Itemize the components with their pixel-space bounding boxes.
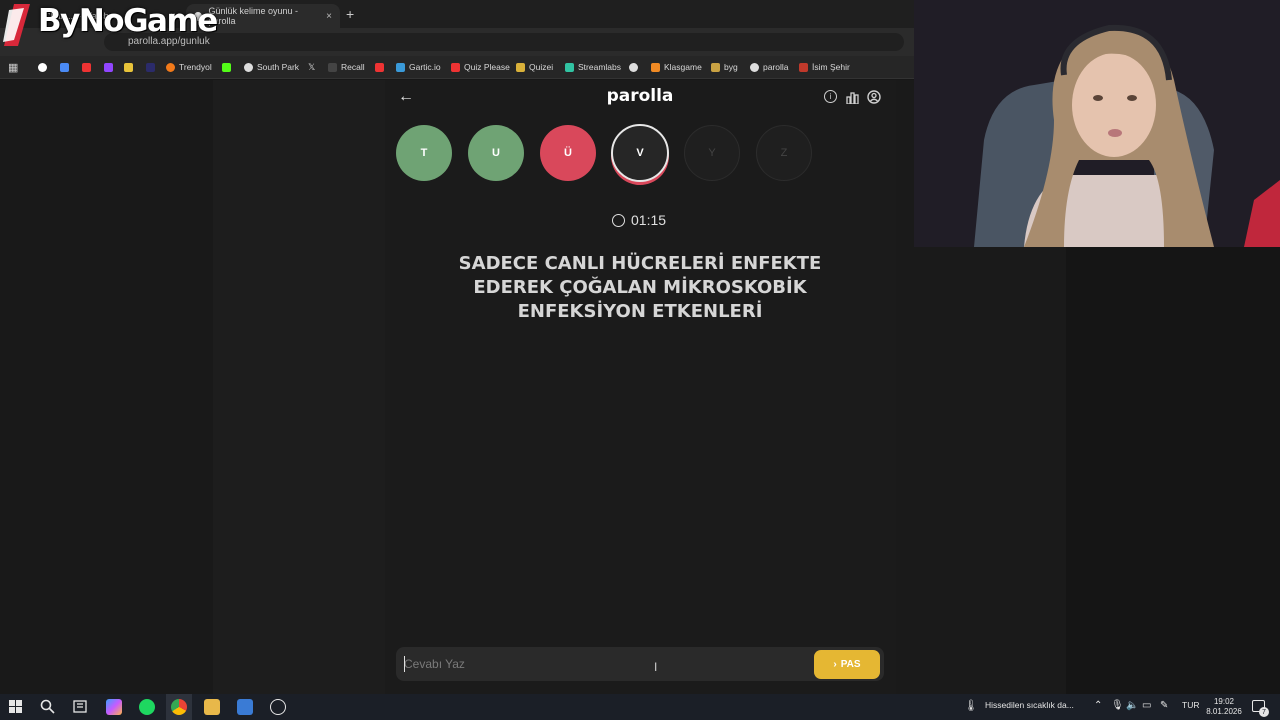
right-background-lower — [1066, 247, 1280, 694]
question-line: ENFEKSİYON ETKENLERİ — [517, 301, 763, 322]
bookmark-parolla[interactable]: parolla — [750, 60, 789, 74]
chrome-icon[interactable] — [171, 699, 187, 715]
text-caret — [404, 656, 405, 672]
stats-icon[interactable] — [846, 91, 859, 109]
network-icon[interactable]: ▭ — [1142, 700, 1151, 711]
notification-badge: 7 — [1259, 707, 1269, 717]
x-bookmark-icon[interactable]: 𝕏 — [308, 60, 315, 74]
taskbar — [0, 694, 1280, 720]
parolla-icon — [750, 62, 759, 72]
letter-circle-z: Z — [756, 125, 812, 181]
byg-icon — [711, 62, 720, 72]
kick-bookmark-icon[interactable] — [222, 60, 231, 74]
letter-circle-u: U — [468, 125, 524, 181]
gartic-icon — [396, 62, 405, 72]
globe-icon — [244, 62, 253, 72]
chevron-right-icon: › — [833, 659, 837, 670]
globe-bookmark-icon[interactable] — [629, 60, 638, 74]
letter-circle-t: T — [396, 125, 452, 181]
weather-icon[interactable]: 🌡 — [964, 699, 978, 712]
blank-bookmark-icon[interactable] — [146, 60, 155, 74]
microphone-icon[interactable]: 🎙 — [1111, 700, 1124, 711]
search-icon[interactable] — [40, 699, 55, 719]
weather-text[interactable]: Hissedilen sıcaklık da... — [985, 700, 1074, 710]
timer-value: 01:15 — [631, 212, 667, 228]
clock-date: 8.01.2026 — [1206, 707, 1242, 716]
bookmark-byg[interactable]: byg — [711, 60, 738, 74]
clock[interactable]: 19:02 8.01.2026 — [1204, 697, 1244, 717]
pass-label: PAS — [840, 659, 861, 670]
twitch-bookmark-icon[interactable] — [104, 60, 113, 74]
quizei-icon — [516, 62, 525, 72]
left-background — [0, 80, 213, 694]
question-line: SADECE CANLI HÜCRELERİ ENFEKTE — [458, 253, 822, 274]
back-arrow-icon[interactable]: ← — [398, 88, 414, 106]
bookmark-south-park[interactable]: South Park — [244, 60, 299, 74]
file-explorer-icon[interactable] — [204, 699, 220, 715]
pen-icon[interactable]: ✎ — [1160, 700, 1168, 711]
apps-grid-icon[interactable]: ▦ — [8, 60, 18, 74]
letter-circle-u-umlaut: Ü — [540, 125, 596, 181]
mail-icon[interactable] — [237, 699, 253, 715]
logo-text: ByNoGame — [38, 3, 218, 39]
clock-icon — [612, 213, 625, 227]
youtube-bookmark-icon[interactable] — [82, 60, 91, 74]
letter-circle-y: Y — [684, 125, 740, 181]
info-icon[interactable]: i — [824, 90, 837, 103]
bookmark-quiz-please[interactable]: Quiz Please — [451, 60, 510, 74]
spotify-icon[interactable] — [139, 699, 155, 715]
language-indicator[interactable]: TUR — [1182, 700, 1199, 710]
trendyol-icon — [166, 62, 175, 72]
translate-bookmark-icon[interactable] — [60, 60, 69, 74]
klasgame-icon — [651, 62, 660, 72]
url-field[interactable] — [104, 33, 904, 51]
task-view-icon[interactable] — [73, 700, 87, 718]
bookmark-isim-sehir[interactable]: İsim Şehir — [799, 60, 850, 74]
youtube-bookmark-icon-2[interactable] — [375, 60, 384, 74]
mouse-ibeam-cursor: I — [654, 660, 658, 674]
obs-icon[interactable] — [270, 699, 286, 715]
clock-time: 19:02 — [1213, 697, 1235, 706]
isim-sehir-icon — [799, 62, 808, 72]
bookmark-trendyol[interactable]: Trendyol — [166, 60, 212, 74]
recall-icon — [328, 62, 337, 72]
tab-title: Günlük kelime oyunu - parolla — [208, 6, 298, 26]
question-text: SADECE CANLI HÜCRELERİ ENFEKTE EDEREK ÇO… — [425, 252, 855, 324]
bookmark-gartic[interactable]: Gartic.io — [396, 60, 441, 74]
copilot-icon[interactable] — [106, 699, 122, 715]
windows-start-icon[interactable] — [9, 700, 22, 718]
bookmark-streamlabs[interactable]: Streamlabs — [565, 60, 621, 74]
google-bookmark-icon[interactable] — [38, 60, 47, 74]
bookmark-quizei[interactable]: Quizei — [516, 60, 553, 74]
streamlabs-icon — [565, 62, 574, 72]
pass-button[interactable]: › PAS — [814, 650, 880, 679]
youtube-icon — [451, 62, 460, 72]
new-tab-button[interactable]: + — [346, 6, 354, 22]
answer-input[interactable] — [404, 652, 804, 676]
volume-icon[interactable]: 🔈 — [1126, 700, 1138, 711]
page-title: parolla — [606, 86, 674, 106]
side-panel — [213, 80, 385, 694]
letter-circle-v-current: V — [611, 124, 669, 182]
bookmark-recall[interactable]: Recall — [328, 60, 365, 74]
folder-bookmark-icon[interactable] — [124, 60, 133, 74]
chevron-up-icon[interactable]: ⌃ — [1094, 700, 1102, 711]
close-tab-icon[interactable]: × — [326, 11, 332, 22]
bookmark-klasgame[interactable]: Klasgame — [651, 60, 702, 74]
profile-icon[interactable] — [867, 90, 881, 109]
timer: 01:15 — [612, 212, 666, 228]
question-line: EDEREK ÇOĞALAN MİKROSKOBİK — [473, 277, 807, 298]
webcam-feed — [914, 0, 1280, 247]
